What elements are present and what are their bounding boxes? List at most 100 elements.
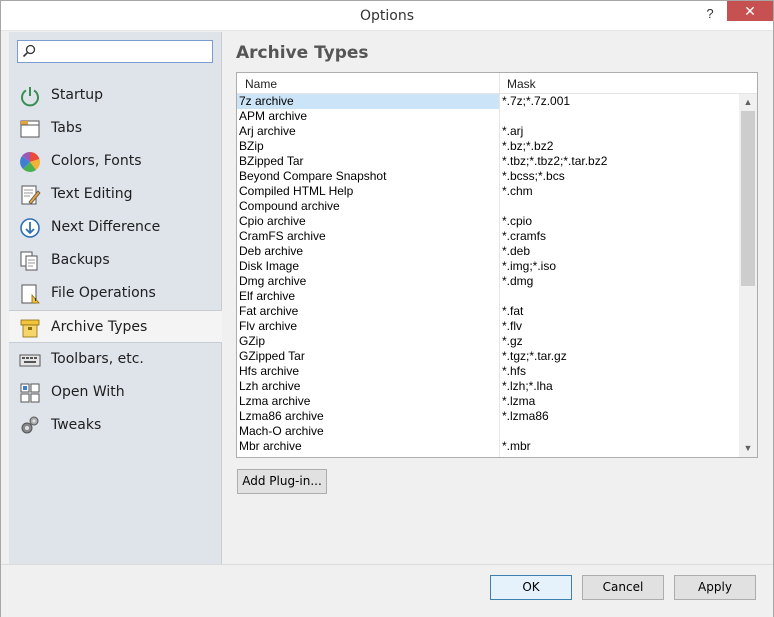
table-row[interactable]: APM archive — [237, 109, 739, 124]
table-row[interactable]: Disk Image *.img;*.iso — [237, 259, 739, 274]
title-bar: Options ? ✕ — [1, 1, 773, 31]
cell-name: Lzma86 archive — [239, 409, 324, 423]
sidebar-item-archive-types[interactable]: Archive Types — [9, 310, 222, 343]
cell-name: BZipped Tar — [239, 154, 304, 168]
ok-button[interactable]: OK — [490, 575, 572, 600]
cell-mask: *.flv — [502, 319, 523, 333]
table-row[interactable]: Deb archive *.deb — [237, 244, 739, 259]
cell-mask: *.lzh;*.lha — [502, 379, 553, 393]
table-row[interactable]: Fat archive *.fat — [237, 304, 739, 319]
cell-mask: *.cramfs — [502, 229, 547, 243]
cell-name: Flv archive — [239, 319, 298, 333]
cell-mask: *.arj — [502, 124, 524, 138]
column-header-name[interactable]: Name — [245, 77, 277, 91]
sidebar-item-toolbars[interactable]: Toolbars, etc. — [9, 343, 221, 376]
table-row[interactable]: GZipped Tar *.tgz;*.tar.gz — [237, 349, 739, 364]
main-panel: Archive Types Name Mask 7z archive *.7z;*… — [223, 32, 773, 564]
scroll-up-icon[interactable]: ▲ — [739, 94, 757, 111]
palette-icon — [20, 152, 40, 172]
sidebar-item-label: Startup — [51, 87, 103, 103]
table-row[interactable]: 7z archive *.7z;*.7z.001 — [237, 94, 739, 109]
cell-name: Beyond Compare Snapshot — [239, 169, 387, 183]
cell-mask: *.lzma86 — [502, 409, 549, 423]
table-row[interactable]: Flv archive *.flv — [237, 319, 739, 334]
close-button[interactable]: ✕ — [727, 1, 773, 21]
scroll-thumb[interactable] — [741, 111, 755, 286]
window-title: Options — [359, 8, 415, 24]
table-row[interactable]: Elf archive — [237, 289, 739, 304]
cell-name: GZip — [239, 334, 266, 348]
sidebar-item-text-editing[interactable]: Text Editing — [9, 178, 221, 211]
table-row[interactable]: Mbr archive *.mbr — [237, 439, 739, 454]
search-icon — [22, 44, 36, 58]
cell-name: Deb archive — [239, 244, 304, 258]
cell-mask: *.7z;*.7z.001 — [502, 94, 571, 108]
column-separator[interactable] — [499, 73, 500, 94]
list-body: 7z archive *.7z;*.7z.001 APM archive Arj ar… — [237, 94, 739, 457]
backups-icon — [20, 251, 38, 271]
cell-name: Dmg archive — [239, 274, 307, 288]
sidebar-item-open-with[interactable]: Open With — [9, 376, 221, 409]
vertical-scrollbar[interactable]: ▲ ▼ — [739, 94, 757, 457]
scroll-down-icon[interactable]: ▼ — [739, 440, 757, 457]
list-header: Name Mask — [237, 73, 757, 94]
sidebar-item-backups[interactable]: Backups — [9, 244, 221, 277]
table-row[interactable]: Arj archive *.arj — [237, 124, 739, 139]
table-row[interactable]: Dmg archive *.dmg — [237, 274, 739, 289]
table-row[interactable]: BZipped Tar *.tbz;*.tbz2;*.tar.bz2 — [237, 154, 739, 169]
table-row[interactable]: Lzma archive *.lzma — [237, 394, 739, 409]
page-title: Archive Types — [236, 43, 369, 63]
archive-types-list[interactable]: Name Mask 7z archive *.7z;*.7z.001 APM arc… — [236, 72, 758, 458]
dialog-footer: OK Cancel Apply — [1, 564, 773, 617]
cell-name: Lzh archive — [239, 379, 301, 393]
search-input[interactable] — [38, 43, 208, 60]
table-row[interactable]: Compiled HTML Help *.chm — [237, 184, 739, 199]
cell-name: Mach-O archive — [239, 424, 324, 438]
keyboard-icon — [19, 354, 41, 367]
sidebar-item-label: Colors, Fonts — [51, 153, 142, 169]
sidebar-item-label: Backups — [51, 252, 110, 268]
table-row[interactable]: GZip *.gz — [237, 334, 739, 349]
table-row[interactable]: Hfs archive *.hfs — [237, 364, 739, 379]
table-row[interactable]: Lzma86 archive *.lzma86 — [237, 409, 739, 424]
cell-name: Disk Image — [239, 259, 300, 273]
archive-icon — [20, 319, 40, 338]
tabs-icon — [20, 120, 40, 138]
sidebar-item-label: Open With — [51, 384, 125, 400]
cell-name: Compiled HTML Help — [239, 184, 354, 198]
cell-mask: *.deb — [502, 244, 531, 258]
cell-mask: *.tgz;*.tar.gz — [502, 349, 567, 363]
cell-mask: *.dmg — [502, 274, 534, 288]
cell-mask: *.tbz;*.tbz2;*.tar.bz2 — [502, 154, 608, 168]
power-icon — [21, 87, 39, 107]
cancel-button[interactable]: Cancel — [582, 575, 664, 600]
cell-name: APM archive — [239, 109, 308, 123]
cell-mask: *.cpio — [502, 214, 533, 228]
table-row[interactable]: Beyond Compare Snapshot *.bcss;*.bcs — [237, 169, 739, 184]
sidebar-item-tweaks[interactable]: Tweaks — [9, 409, 221, 442]
sidebar-item-label: Toolbars, etc. — [51, 351, 144, 367]
table-row[interactable]: BZip *.bz;*.bz2 — [237, 139, 739, 154]
table-row[interactable]: Lzh archive *.lzh;*.lha — [237, 379, 739, 394]
cell-mask: *.img;*.iso — [502, 259, 557, 273]
sidebar-item-next-difference[interactable]: Next Difference — [9, 211, 221, 244]
table-row[interactable]: CramFS archive *.cramfs — [237, 229, 739, 244]
options-dialog: Options ? ✕ Startup Tabs Colors, Fonts T… — [0, 0, 774, 617]
add-plugin-button[interactable]: Add Plug-in... — [237, 469, 327, 494]
column-header-mask[interactable]: Mask — [507, 77, 536, 91]
apply-button[interactable]: Apply — [674, 575, 756, 600]
sidebar-item-startup[interactable]: Startup — [9, 79, 221, 112]
open-with-icon — [20, 383, 40, 403]
cell-mask: *.bcss;*.bcs — [502, 169, 565, 183]
table-row[interactable]: Compound archive — [237, 199, 739, 214]
table-row[interactable]: Mach-O archive — [237, 424, 739, 439]
cell-name: Mbr archive — [239, 439, 302, 453]
sidebar-item-file-operations[interactable]: File Operations — [9, 277, 221, 310]
search-box[interactable] — [17, 40, 213, 63]
sidebar-item-colors-fonts[interactable]: Colors, Fonts — [9, 145, 221, 178]
help-button[interactable]: ? — [695, 3, 725, 25]
sidebar-item-label: Next Difference — [51, 219, 161, 235]
cell-name: Elf archive — [239, 289, 296, 303]
table-row[interactable]: Cpio archive *.cpio — [237, 214, 739, 229]
sidebar-item-tabs[interactable]: Tabs — [9, 112, 221, 145]
